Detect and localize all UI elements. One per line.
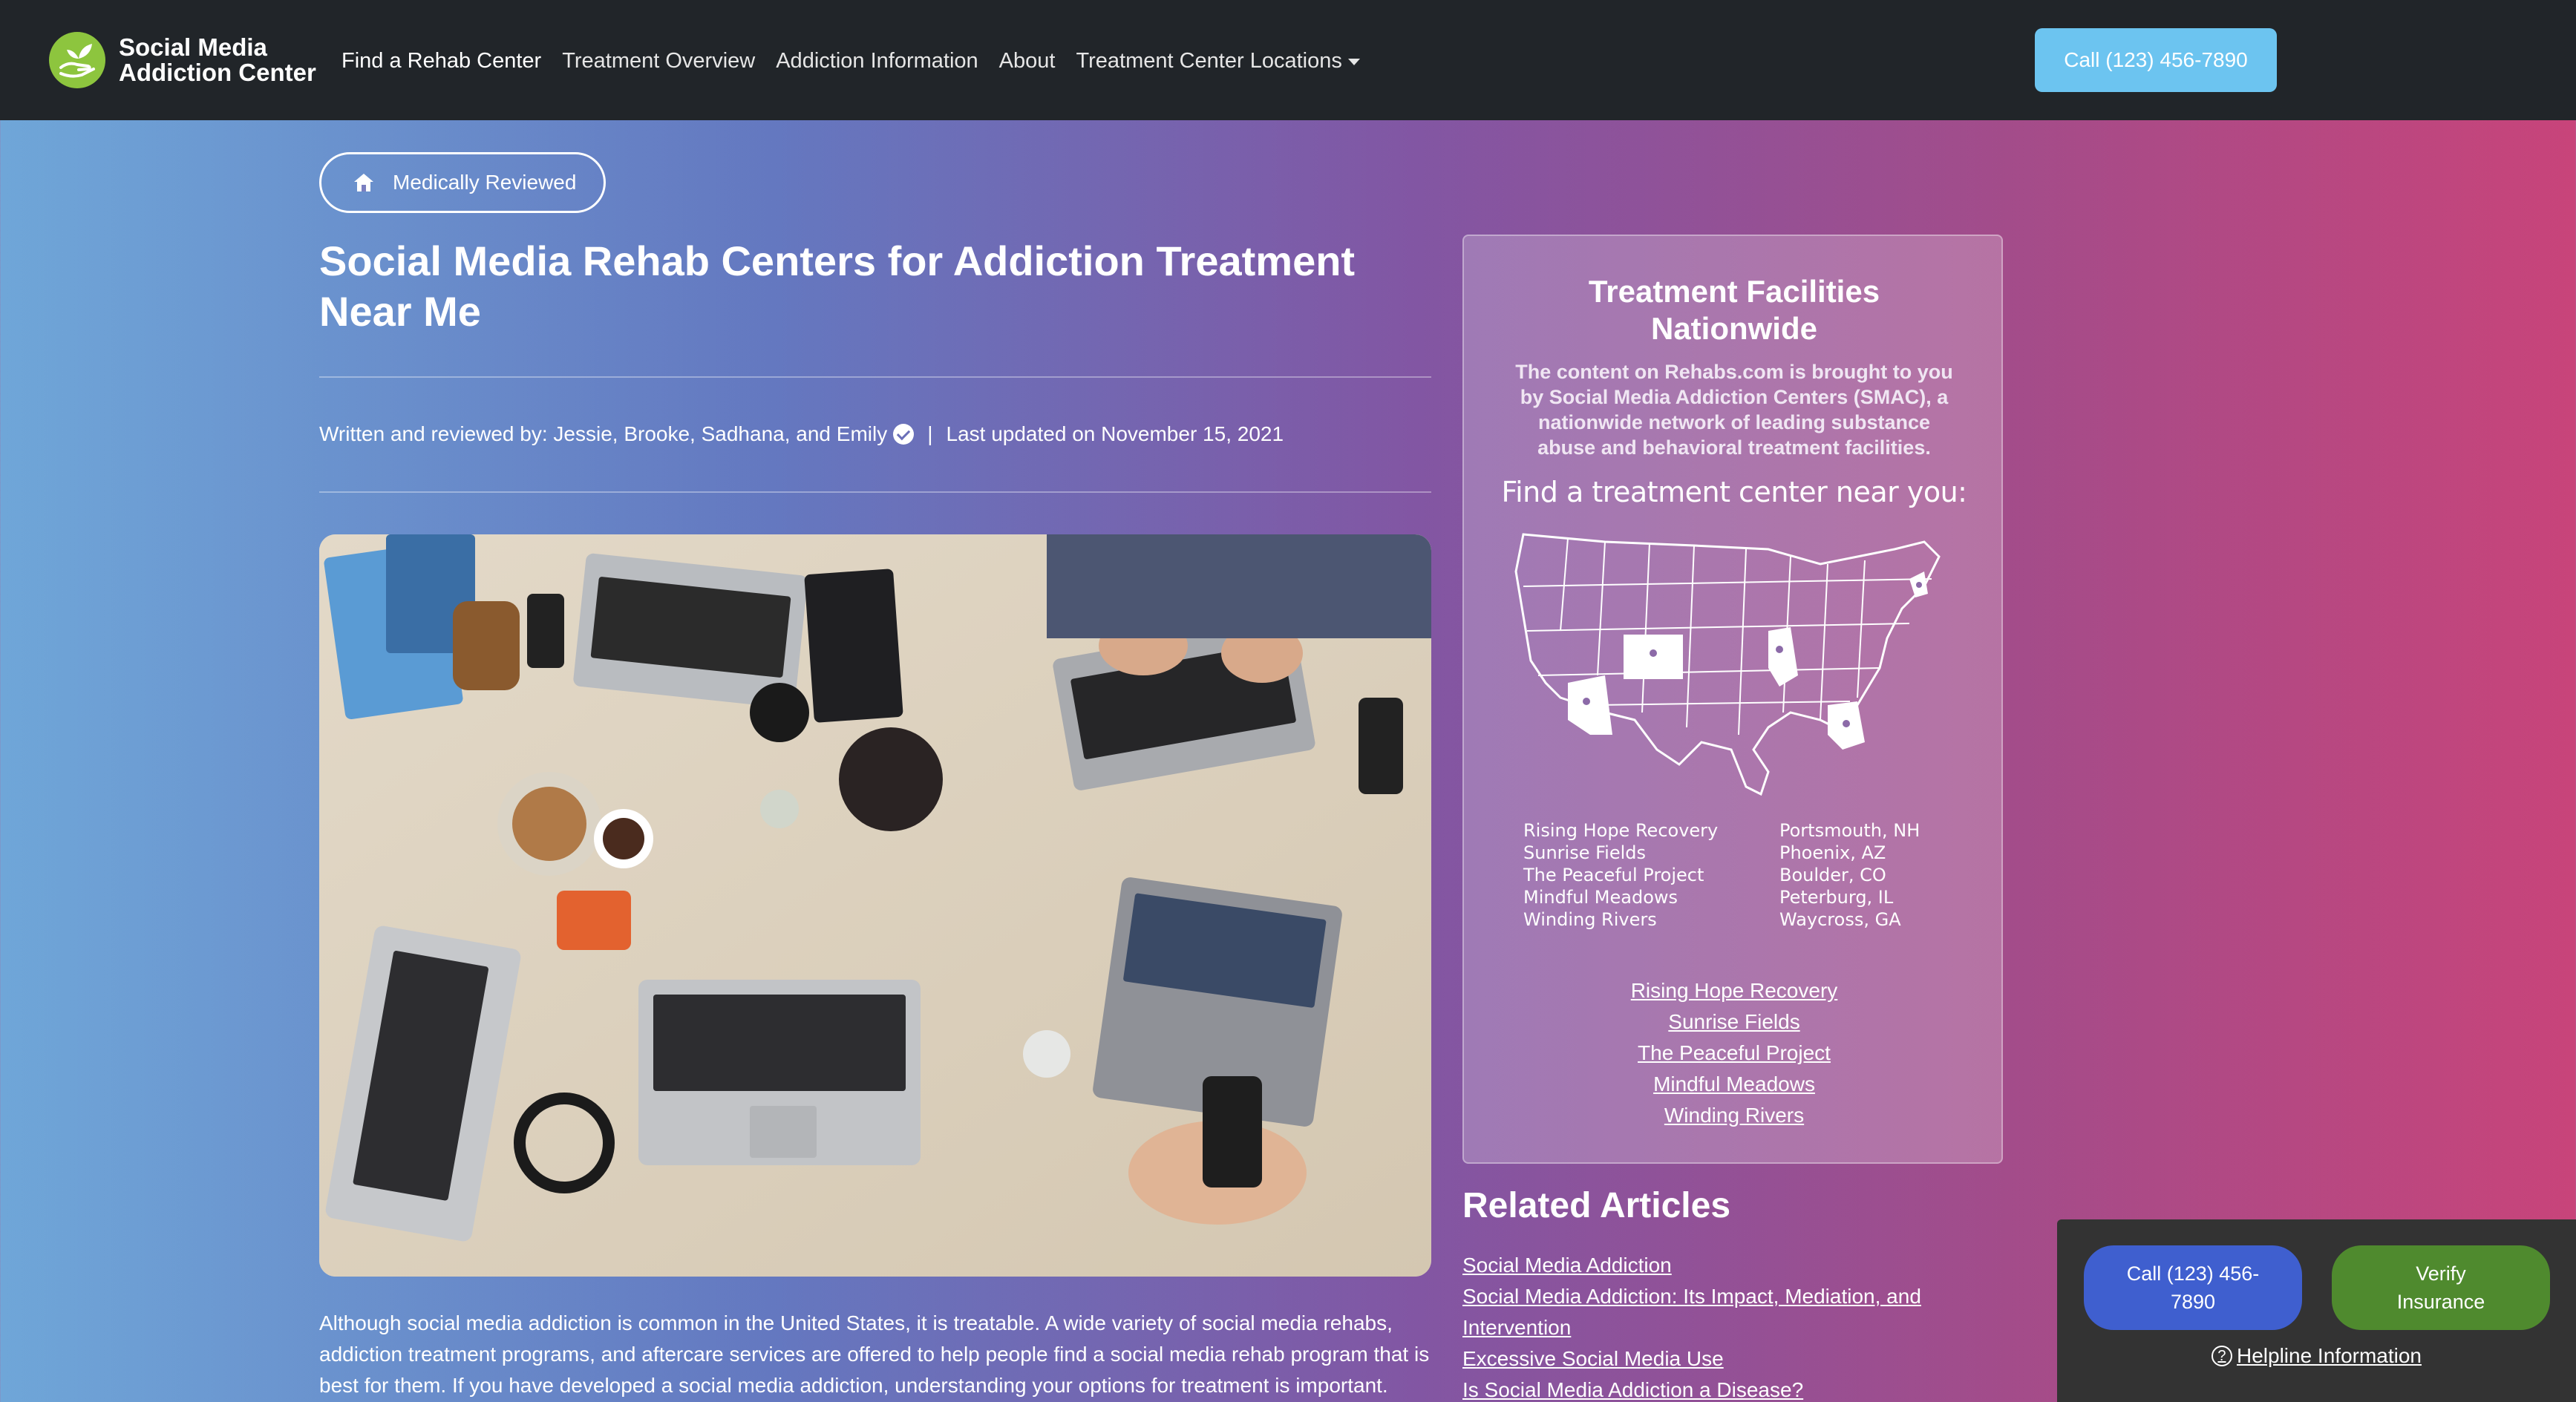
verify-insurance-button[interactable]: Verify Insurance	[2332, 1245, 2550, 1330]
floating-call-label: Call (123) 456-7890	[2126, 1262, 2260, 1313]
related-article-link[interactable]: Social Media Addiction: Its Impact, Medi…	[1462, 1281, 1982, 1343]
nav-addiction-information[interactable]: Addiction Information	[776, 49, 978, 73]
facility-location: Portsmouth, NH	[1779, 820, 1920, 841]
nav-treatment-overview[interactable]: Treatment Overview	[562, 49, 755, 73]
page-title: Social Media Rehab Centers for Addiction…	[319, 238, 1356, 335]
treatment-facilities-panel: Treatment Facilities Nationwide The cont…	[1462, 235, 2003, 1164]
facility-location: Waycross, GA	[1779, 909, 1901, 930]
brand-link[interactable]: Social Media Addiction Center	[49, 32, 316, 88]
brand-name: Social Media Addiction Center	[119, 33, 316, 86]
medically-reviewed-badge[interactable]: Medically Reviewed	[319, 152, 606, 213]
last-updated: Last updated on November 15, 2021	[946, 422, 1284, 445]
related-articles-list: Social Media Addiction Social Media Addi…	[1462, 1250, 1982, 1402]
hand-leaf-logo-icon	[49, 32, 105, 88]
facility-location: Peterburg, IL	[1779, 887, 1894, 908]
us-map-icon[interactable]	[1508, 527, 1954, 802]
facility-links: Rising Hope Recovery Sunrise Fields The …	[1464, 975, 2004, 1131]
floating-cta-panel: Call (123) 456-7890 Verify Insurance ? H…	[2057, 1219, 2576, 1402]
find-center-label: Find a treatment center near you:	[1501, 476, 1967, 508]
facility-link-the-peaceful-project[interactable]: The Peaceful Project	[1464, 1038, 2004, 1069]
byline-authors: Written and reviewed by: Jessie, Brooke,…	[319, 422, 888, 445]
facility-location: Boulder, CO	[1779, 865, 1886, 885]
main-nav: Find a Rehab Center Treatment Overview A…	[341, 49, 1381, 73]
related-articles-heading: Related Articles	[1462, 1186, 1731, 1225]
nav-about[interactable]: About	[999, 49, 1056, 73]
divider	[319, 376, 1431, 378]
helpline-information-link[interactable]: ? Helpline Information	[2057, 1344, 2576, 1368]
facility-name: Mindful Meadows	[1523, 887, 1678, 908]
nav-treatment-center-locations-dropdown[interactable]: Treatment Center Locations	[1076, 49, 1360, 73]
floating-call-button[interactable]: Call (123) 456-7890	[2084, 1245, 2302, 1330]
divider	[319, 491, 1431, 493]
byline-separator: |	[927, 422, 933, 445]
facility-link-sunrise-fields[interactable]: Sunrise Fields	[1464, 1006, 2004, 1038]
facility-location: Phoenix, AZ	[1779, 842, 1886, 863]
facility-name: The Peaceful Project	[1523, 865, 1704, 885]
facility-name: Sunrise Fields	[1523, 842, 1646, 863]
facility-table: Rising Hope Recovery Sunrise Fields The …	[1523, 819, 1969, 931]
badge-label: Medically Reviewed	[393, 171, 577, 194]
facility-name: Rising Hope Recovery	[1523, 820, 1719, 841]
hero-image	[319, 534, 1431, 1277]
facility-names-column: Rising Hope Recovery Sunrise Fields The …	[1523, 819, 1779, 931]
helpline-label: Helpline Information	[2236, 1344, 2422, 1367]
panel-title: Treatment Facilities Nationwide	[1588, 274, 1880, 346]
related-article-link[interactable]: Social Media Addiction	[1462, 1250, 1982, 1281]
top-navbar: Social Media Addiction Center Find a Reh…	[0, 0, 2576, 120]
facility-link-winding-rivers[interactable]: Winding Rivers	[1464, 1100, 2004, 1131]
panel-description: The content on Rehabs.com is brought to …	[1515, 361, 1953, 459]
facility-locations-column: Portsmouth, NH Phoenix, AZ Boulder, CO P…	[1779, 819, 1920, 931]
nav-find-rehab-center[interactable]: Find a Rehab Center	[341, 49, 541, 73]
verify-insurance-label: Verify Insurance	[2396, 1262, 2485, 1313]
home-icon	[354, 174, 373, 191]
facility-name: Winding Rivers	[1523, 909, 1657, 930]
facility-link-rising-hope-recovery[interactable]: Rising Hope Recovery	[1464, 975, 2004, 1006]
call-button[interactable]: Call (123) 456-7890	[2035, 28, 2277, 92]
related-article-link[interactable]: Excessive Social Media Use	[1462, 1343, 1982, 1375]
facility-link-mindful-meadows[interactable]: Mindful Meadows	[1464, 1069, 2004, 1100]
check-circle-icon	[893, 424, 915, 445]
article-byline: Written and reviewed by: Jessie, Brooke,…	[319, 422, 1284, 446]
question-circle-icon: ?	[2211, 1346, 2232, 1366]
related-article-link[interactable]: Is Social Media Addiction a Disease?	[1462, 1375, 1982, 1402]
caret-down-icon	[1347, 58, 1360, 65]
intro-paragraph: Although social media addiction is commo…	[319, 1311, 1430, 1397]
nav-dropdown-label: Treatment Center Locations	[1076, 49, 1342, 73]
